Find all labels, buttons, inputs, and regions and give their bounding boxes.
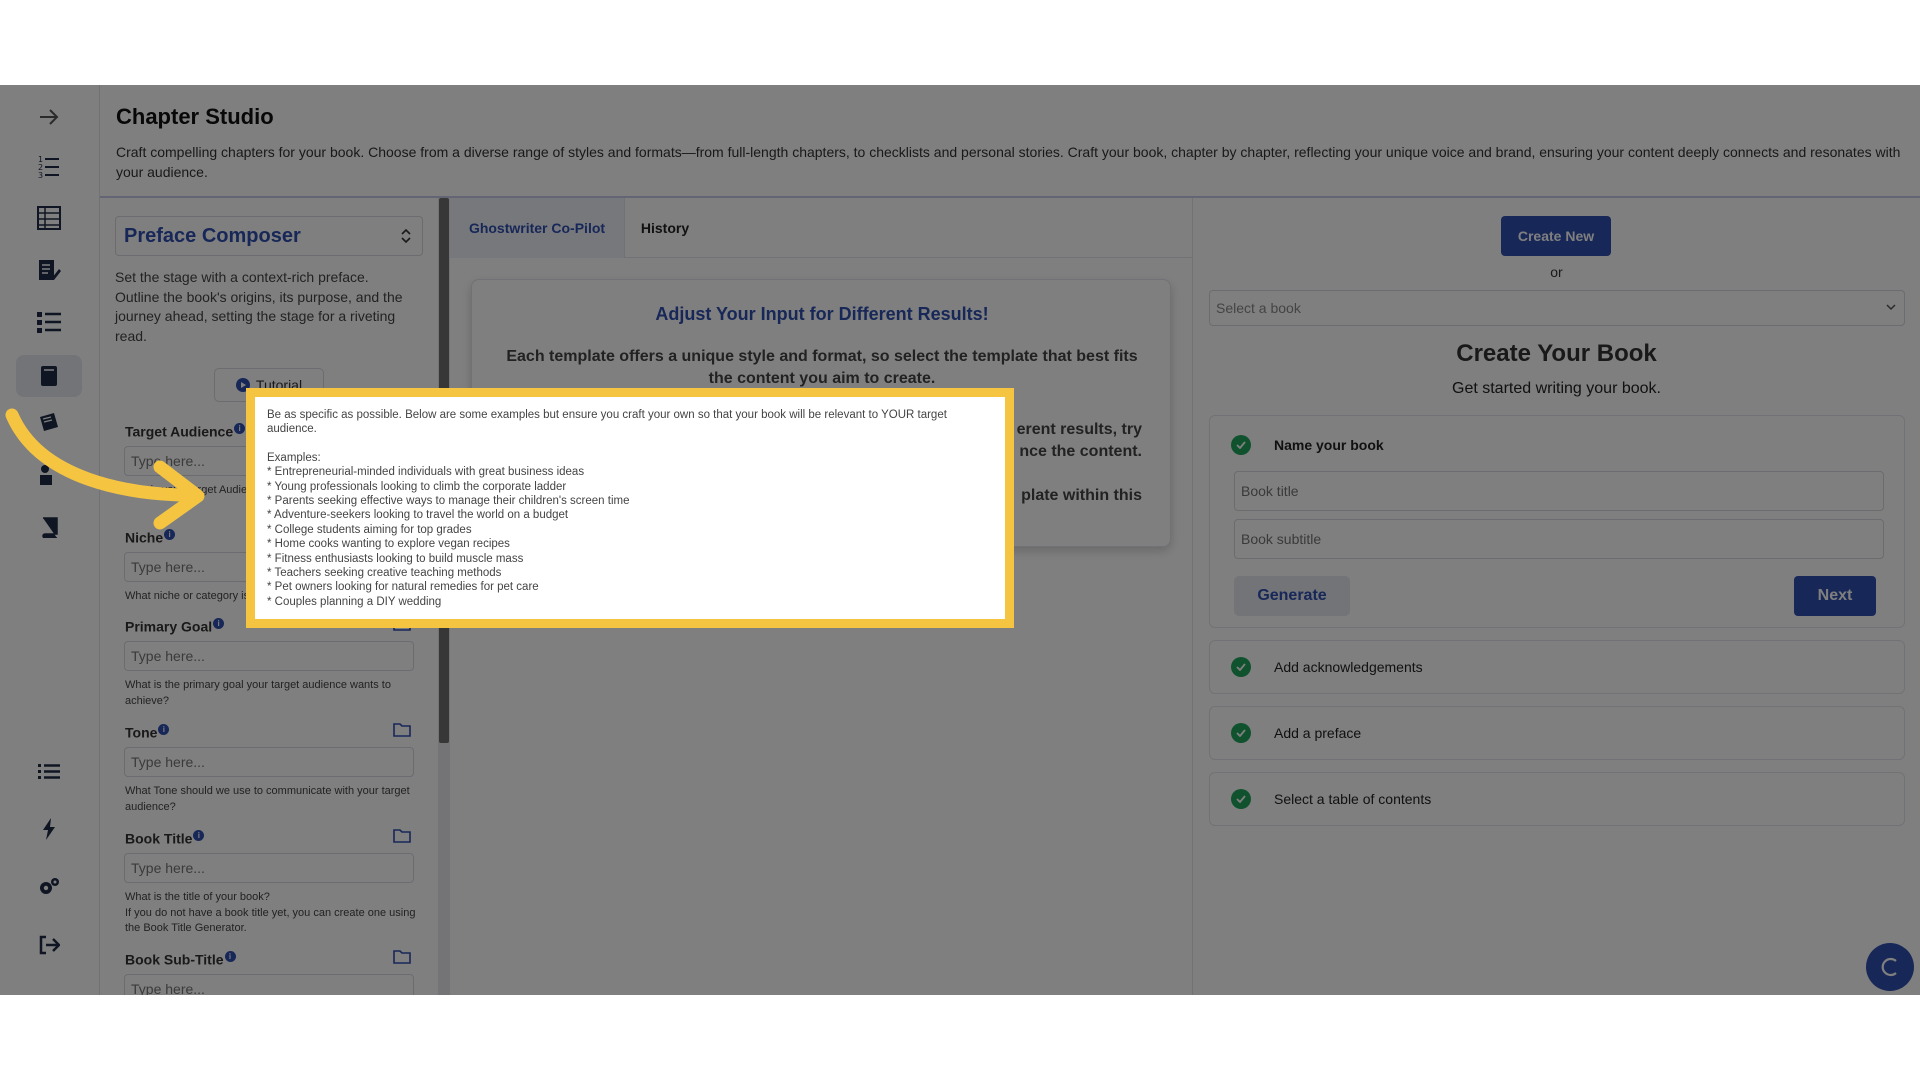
pointer-arrow-icon <box>5 408 205 530</box>
tooltip-example: * Couples planning a DIY wedding <box>267 595 442 608</box>
tooltip-example: * College students aiming for top grades <box>267 523 472 536</box>
tooltip-example: * Home cooks wanting to explore vegan re… <box>267 538 510 551</box>
tooltip-intro: Be as specific as possible. Below are so… <box>267 409 947 436</box>
tooltip-example: * Pet owners looking for natural remedie… <box>267 581 539 594</box>
tooltip-example: * Teachers seeking creative teaching met… <box>267 567 502 580</box>
app-window: 123 <box>0 85 1920 995</box>
tooltip-example: * Young professionals looking to climb t… <box>267 480 567 493</box>
target-audience-tooltip: Be as specific as possible. Below are so… <box>246 388 1014 628</box>
tooltip-example: * Parents seeking effective ways to mana… <box>267 495 630 508</box>
tooltip-example: * Fitness enthusiasts looking to build m… <box>267 552 524 565</box>
tooltip-example: * Adventure-seekers looking to travel th… <box>267 509 569 522</box>
tooltip-examples-heading: Examples: <box>267 451 321 464</box>
tooltip-example: * Entrepreneurial-minded individuals wit… <box>267 466 585 479</box>
